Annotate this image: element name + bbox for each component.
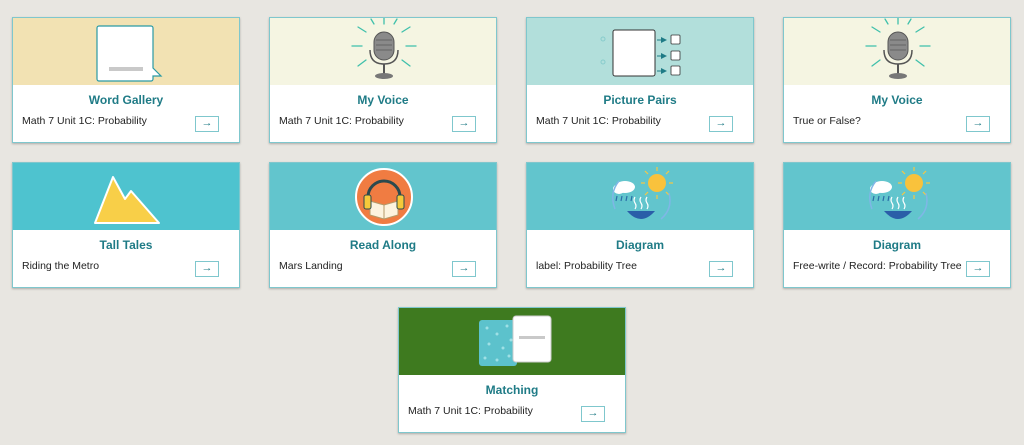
activity-card-tall-tales[interactable]: Tall Tales Riding the Metro → (12, 162, 240, 288)
card-art (270, 163, 496, 230)
card-title: Diagram (872, 238, 922, 252)
activity-card-matching[interactable]: Matching Math 7 Unit 1C: Probability → (398, 307, 626, 433)
card-art (13, 163, 239, 230)
card-title: Picture Pairs (603, 93, 677, 107)
card-art (784, 163, 1010, 230)
microphone-icon (865, 18, 931, 79)
card-title: My Voice (871, 93, 923, 107)
card-title: Tall Tales (99, 238, 153, 252)
arrow-button[interactable]: → (195, 116, 219, 132)
activity-card-my-voice[interactable]: My Voice Math 7 Unit 1C: Probability → (269, 17, 497, 143)
card-title: Diagram (615, 238, 665, 252)
arrow-button[interactable]: → (581, 406, 605, 422)
activity-card-read-along[interactable]: Read Along Mars Landing → (269, 162, 497, 288)
arrow-button[interactable]: → (709, 261, 733, 277)
arrow-button[interactable]: → (966, 261, 990, 277)
microphone-icon (351, 18, 417, 79)
activity-card-my-voice-true-false[interactable]: My Voice True or False? → (783, 17, 1011, 143)
activity-card-diagram-free-write[interactable]: Diagram Free-write / Record: Probability… (783, 162, 1011, 288)
card-art (527, 18, 753, 85)
card-art (13, 18, 239, 85)
water-cycle-icon (869, 167, 930, 220)
activity-card-picture-pairs[interactable]: Picture Pairs Math 7 Unit 1C: Probabilit… (526, 17, 754, 143)
speech-bubble-icon (96, 25, 163, 82)
arrow-button[interactable]: → (452, 261, 476, 277)
mountain-icon (94, 176, 160, 224)
headphones-book-icon (355, 168, 413, 226)
water-cycle-icon (612, 167, 673, 220)
card-title: Word Gallery (88, 93, 164, 107)
card-art (784, 18, 1010, 85)
card-title: Matching (485, 383, 539, 397)
card-art (399, 308, 625, 375)
arrow-button[interactable]: → (966, 116, 990, 132)
picture-pairs-icon (600, 29, 681, 77)
card-title: My Voice (357, 93, 409, 107)
card-title: Read Along (349, 238, 417, 252)
arrow-button[interactable]: → (452, 116, 476, 132)
matching-cards-icon (479, 315, 552, 366)
activity-card-diagram-label[interactable]: Diagram label: Probability Tree → (526, 162, 754, 288)
arrow-button[interactable]: → (709, 116, 733, 132)
card-art (270, 18, 496, 85)
arrow-button[interactable]: → (195, 261, 219, 277)
card-art (527, 163, 753, 230)
activity-card-word-gallery[interactable]: Word Gallery Math 7 Unit 1C: Probability… (12, 17, 240, 143)
